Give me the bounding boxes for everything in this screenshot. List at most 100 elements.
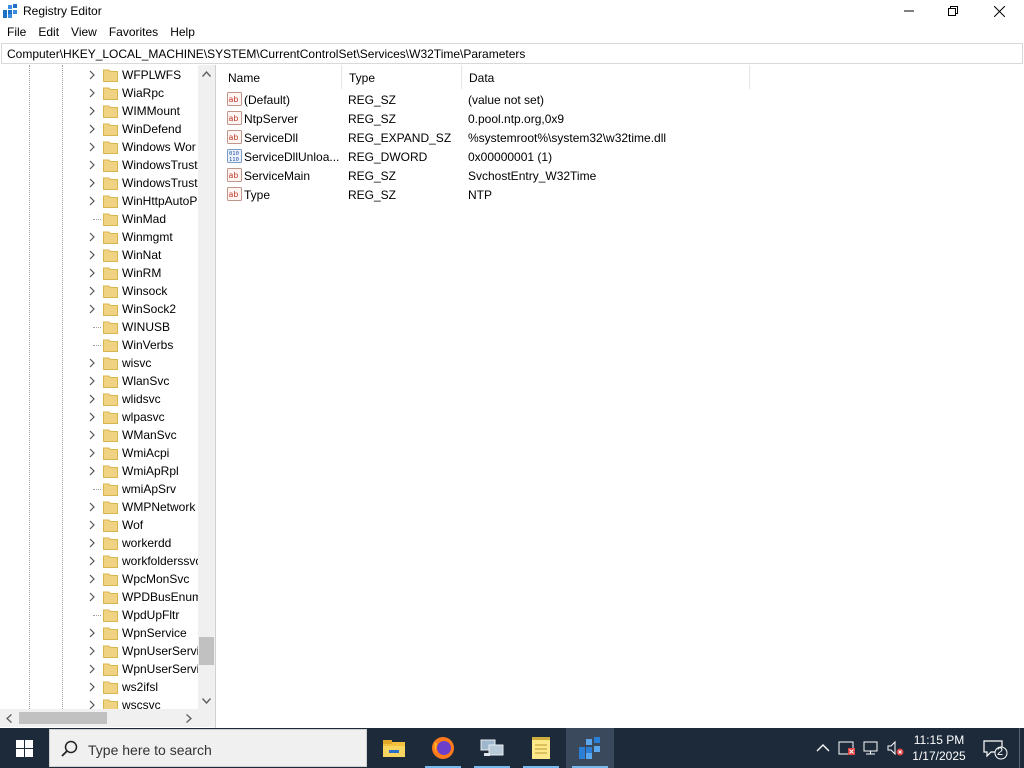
- show-desktop-button[interactable]: [1019, 728, 1024, 768]
- chevron-right-icon[interactable]: [87, 141, 97, 153]
- scroll-right-arrow-icon[interactable]: [180, 709, 197, 727]
- network-icon[interactable]: [862, 739, 880, 757]
- address-bar[interactable]: Computer\HKEY_LOCAL_MACHINE\SYSTEM\Curre…: [1, 43, 1023, 64]
- chevron-right-icon[interactable]: [87, 537, 97, 549]
- tree-item[interactable]: Winmgmt: [0, 228, 198, 246]
- value-row[interactable]: ab NtpServer REG_SZ 0.pool.ntp.org,0x9: [221, 109, 741, 128]
- chevron-right-icon[interactable]: [87, 501, 97, 513]
- chevron-right-icon[interactable]: [87, 465, 97, 477]
- tree-item[interactable]: wlidsvc: [0, 390, 198, 408]
- menu-view[interactable]: View: [64, 23, 102, 42]
- value-row[interactable]: ab Type REG_SZ NTP: [221, 185, 741, 204]
- chevron-right-icon[interactable]: [87, 519, 97, 531]
- scroll-left-arrow-icon[interactable]: [0, 709, 17, 727]
- value-row[interactable]: ab ServiceMain REG_SZ SvchostEntry_W32Time: [221, 166, 741, 185]
- tree-item[interactable]: WpnUserServic: [0, 642, 198, 660]
- volume-muted-icon[interactable]: [886, 739, 904, 757]
- tree-item[interactable]: Windows Wor: [0, 138, 198, 156]
- value-row[interactable]: ab (Default) REG_SZ (value not set): [221, 90, 741, 109]
- taskbar-firefox[interactable]: [419, 728, 467, 768]
- tree-item[interactable]: WMPNetwork: [0, 498, 198, 516]
- value-row[interactable]: 010 110 ServiceDllUnloa... REG_DWORD 0x00000…: [221, 147, 741, 166]
- tree-item[interactable]: WpcMonSvc: [0, 570, 198, 588]
- tree-item[interactable]: Wof: [0, 516, 198, 534]
- minimize-button[interactable]: [886, 0, 932, 22]
- action-center-button[interactable]: 2: [982, 738, 1008, 760]
- taskbar-registry-editor[interactable]: [566, 728, 614, 768]
- tree-item[interactable]: WinHttpAutoP: [0, 192, 198, 210]
- column-header-name[interactable]: Name: [221, 65, 342, 89]
- taskbar-clock[interactable]: 11:15 PM 1/17/2025: [905, 732, 973, 764]
- taskbar-search-box[interactable]: Type here to search: [49, 729, 367, 767]
- chevron-right-icon[interactable]: [87, 555, 97, 567]
- tree-item[interactable]: WindowsTrust: [0, 174, 198, 192]
- tree-item[interactable]: WpdUpFltr: [0, 606, 198, 624]
- chevron-right-icon[interactable]: [87, 681, 97, 693]
- tree-item[interactable]: WPDBusEnum: [0, 588, 198, 606]
- chevron-right-icon[interactable]: [87, 231, 97, 243]
- chevron-right-icon[interactable]: [87, 447, 97, 459]
- tree-item[interactable]: workfolderssvc: [0, 552, 198, 570]
- tree-item[interactable]: WinSock2: [0, 300, 198, 318]
- tree-item[interactable]: workerdd: [0, 534, 198, 552]
- chevron-right-icon[interactable]: [87, 663, 97, 675]
- taskbar-network-app[interactable]: [468, 728, 516, 768]
- chevron-right-icon[interactable]: [87, 375, 97, 387]
- menu-help[interactable]: Help: [163, 23, 200, 42]
- chevron-right-icon[interactable]: [87, 357, 97, 369]
- chevron-right-icon[interactable]: [87, 645, 97, 657]
- tree-item[interactable]: wmiApSrv: [0, 480, 198, 498]
- chevron-right-icon[interactable]: [87, 159, 97, 171]
- tree-item[interactable]: WpnService: [0, 624, 198, 642]
- close-button[interactable]: [976, 0, 1022, 22]
- tree-item[interactable]: WIMMount: [0, 102, 198, 120]
- tree-scroll-thumb[interactable]: [199, 637, 214, 665]
- tree-item[interactable]: WINUSB: [0, 318, 198, 336]
- chevron-right-icon[interactable]: [87, 123, 97, 135]
- tree-item[interactable]: WinRM: [0, 264, 198, 282]
- tree-item[interactable]: wlpasvc: [0, 408, 198, 426]
- chevron-right-icon[interactable]: [87, 573, 97, 585]
- tree-item[interactable]: WpnUserServic: [0, 660, 198, 678]
- menu-edit[interactable]: Edit: [31, 23, 64, 42]
- chevron-right-icon[interactable]: [87, 177, 97, 189]
- chevron-right-icon[interactable]: [87, 69, 97, 81]
- restore-button[interactable]: [930, 0, 976, 22]
- tree-item[interactable]: ws2ifsl: [0, 678, 198, 696]
- tree-vertical-scrollbar[interactable]: [198, 65, 215, 709]
- chevron-right-icon[interactable]: [87, 627, 97, 639]
- tray-overflow-chevron-icon[interactable]: [814, 738, 832, 758]
- chevron-right-icon[interactable]: [87, 285, 97, 297]
- tree-item[interactable]: WinDefend: [0, 120, 198, 138]
- chevron-right-icon[interactable]: [87, 429, 97, 441]
- start-button[interactable]: [0, 728, 48, 768]
- tree-item[interactable]: WinNat: [0, 246, 198, 264]
- tree-item[interactable]: WinVerbs: [0, 336, 198, 354]
- chevron-right-icon[interactable]: [87, 267, 97, 279]
- menu-favorites[interactable]: Favorites: [102, 23, 163, 42]
- scroll-down-arrow-icon[interactable]: [198, 692, 215, 709]
- chevron-right-icon[interactable]: [87, 393, 97, 405]
- chevron-right-icon[interactable]: [87, 105, 97, 117]
- security-center-icon[interactable]: [838, 739, 856, 757]
- tree-item[interactable]: WinMad: [0, 210, 198, 228]
- tree-item[interactable]: WiaRpc: [0, 84, 198, 102]
- tree-hscroll-thumb[interactable]: [19, 712, 107, 724]
- chevron-right-icon[interactable]: [87, 303, 97, 315]
- chevron-right-icon[interactable]: [87, 591, 97, 603]
- chevron-right-icon[interactable]: [87, 249, 97, 261]
- chevron-right-icon[interactable]: [87, 87, 97, 99]
- tree-item[interactable]: WlanSvc: [0, 372, 198, 390]
- menu-file[interactable]: File: [0, 23, 31, 42]
- taskbar-file-explorer[interactable]: [370, 728, 418, 768]
- chevron-right-icon[interactable]: [87, 411, 97, 423]
- scroll-up-arrow-icon[interactable]: [198, 65, 215, 82]
- tree-item[interactable]: wisvc: [0, 354, 198, 372]
- tree-item[interactable]: WmiAcpi: [0, 444, 198, 462]
- column-header-data[interactable]: Data: [462, 65, 750, 89]
- tree-item[interactable]: Winsock: [0, 282, 198, 300]
- value-row[interactable]: ab ServiceDll REG_EXPAND_SZ %systemroot%\sy…: [221, 128, 741, 147]
- tree-item[interactable]: WindowsTrust: [0, 156, 198, 174]
- tree-horizontal-scrollbar[interactable]: [0, 709, 198, 727]
- taskbar-notepad[interactable]: [517, 728, 565, 768]
